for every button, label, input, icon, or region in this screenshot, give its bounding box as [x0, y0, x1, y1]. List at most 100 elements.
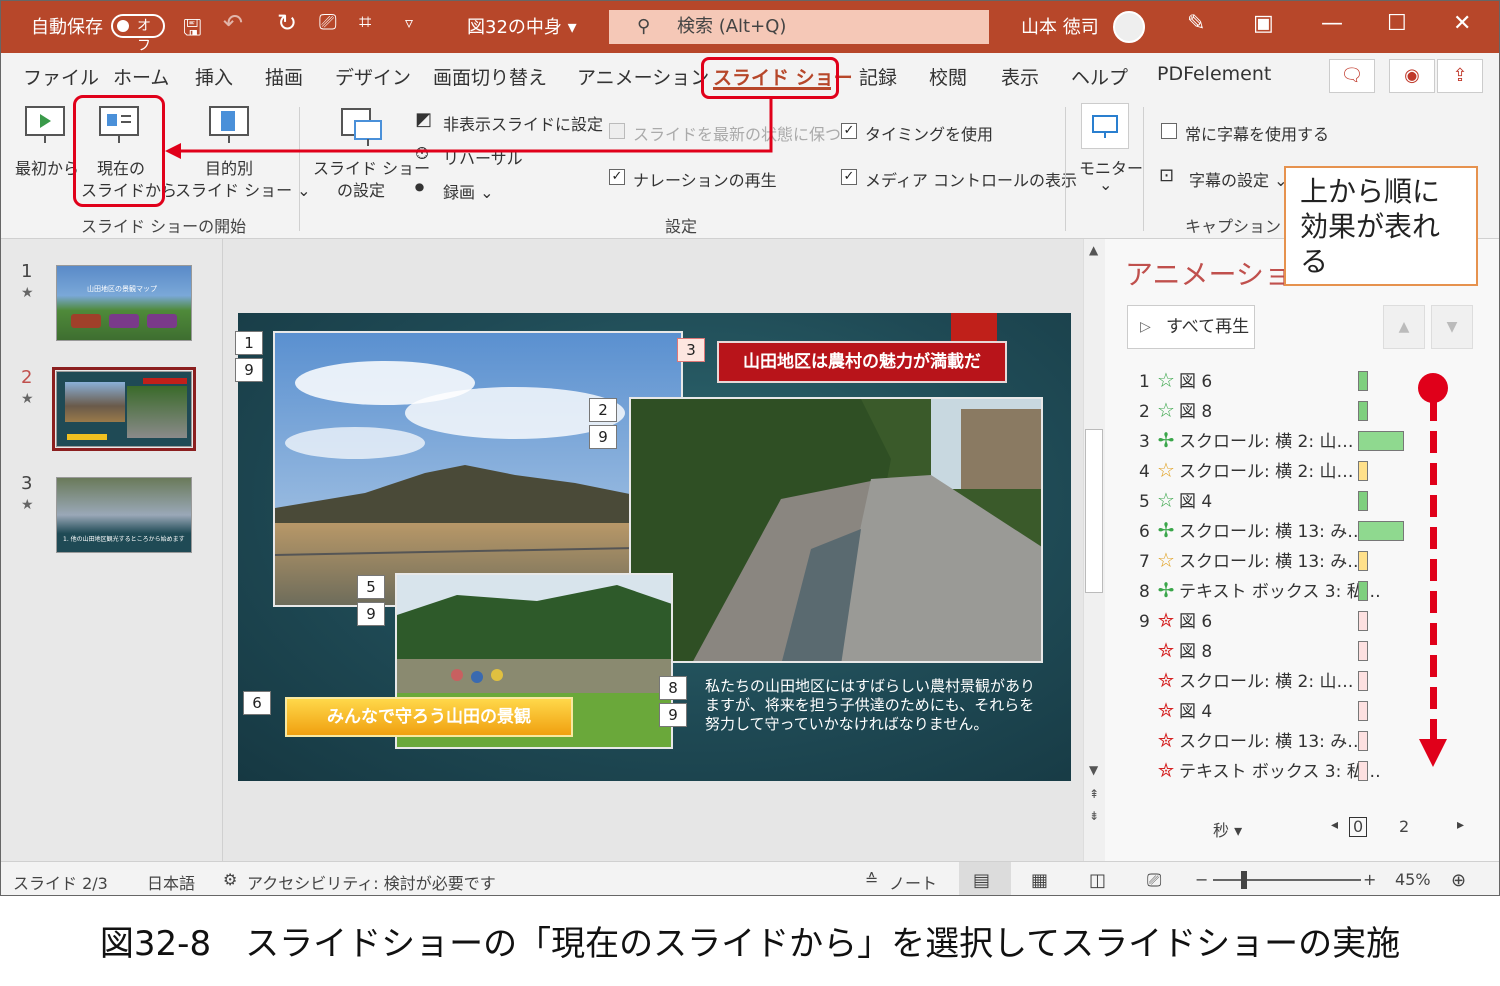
animation-order-tag[interactable]: 9 [235, 358, 263, 382]
tab-review[interactable]: 校閲 [929, 63, 967, 90]
slideshow-view-icon[interactable]: ⎚ [1147, 870, 1161, 891]
autosave-toggle[interactable]: オフ [111, 14, 165, 54]
undo-icon[interactable]: ↶ [223, 9, 243, 37]
animation-order-tag[interactable]: 2 [589, 398, 617, 422]
scroll-up-icon[interactable]: ▲ [1089, 243, 1098, 257]
tab-design[interactable]: デザイン [335, 63, 411, 90]
present-icon[interactable]: ⎚ [319, 10, 337, 35]
slide-thumbnail-1[interactable]: 山田地区の景観マップ [56, 265, 192, 341]
animation-order-tag[interactable]: 3 [677, 338, 705, 362]
monitor-chevron[interactable]: ⌄ [1099, 175, 1112, 194]
maximize-icon[interactable]: ☐ [1387, 11, 1407, 36]
next-slide-icon[interactable]: ⇟ [1089, 809, 1099, 823]
customize-qat-icon[interactable]: ▿ [405, 13, 413, 32]
animation-list-item[interactable]: ✮ スクロール: 横 13: み… [1139, 727, 1365, 757]
animation-list-item[interactable]: 8 ✢ テキスト ボックス 3: 私… [1139, 577, 1381, 607]
animation-list-item[interactable]: 9 ✮ 図 6 [1139, 607, 1212, 637]
normal-view-icon[interactable]: ▤ [973, 870, 990, 891]
timing-bar[interactable] [1358, 431, 1404, 451]
animation-list-item[interactable]: ✮ テキスト ボックス 3: 私… [1139, 757, 1381, 787]
timing-bar[interactable] [1358, 641, 1368, 661]
seconds-dropdown[interactable]: 秒 ▾ [1213, 817, 1242, 841]
timing-bar[interactable] [1358, 731, 1368, 751]
animation-order-tag[interactable]: 9 [357, 602, 385, 626]
ribbon-display-icon[interactable]: ▣ [1253, 11, 1274, 36]
pen-icon[interactable]: ✎ [1187, 11, 1205, 36]
tab-help[interactable]: ヘルプ [1071, 63, 1128, 90]
fit-to-window-icon[interactable]: ⊕ [1451, 870, 1466, 891]
user-name[interactable]: 山本 徳司 [1021, 13, 1099, 39]
tab-record[interactable]: 記録 [859, 63, 897, 90]
slide-bottom-banner[interactable]: みんなで守ろう山田の景観 [285, 697, 573, 737]
subtitle-settings-label[interactable]: 字幕の設定 ⌄ [1189, 167, 1288, 191]
accessibility-status[interactable]: アクセシビリティ: 検討が必要です [247, 870, 496, 894]
tab-pdfelement[interactable]: PDFelement [1157, 63, 1271, 85]
timing-bar[interactable] [1358, 611, 1368, 631]
use-timings-checkbox[interactable]: ✓ [841, 123, 857, 139]
scroll-thumb[interactable] [1085, 429, 1103, 593]
animation-order-tag[interactable]: 9 [659, 703, 687, 727]
media-controls-checkbox[interactable]: ✓ [841, 169, 857, 185]
from-beginning-label[interactable]: 最初から [15, 155, 79, 179]
photo-mountain[interactable] [273, 331, 683, 607]
timing-bar[interactable] [1358, 461, 1368, 481]
slide-body-text[interactable]: 私たちの山田地区にはすばらしい農村景観がありますが、将来を担う子供達のためにも、… [705, 677, 1035, 734]
animation-list-item[interactable]: 6 ✢ スクロール: 横 13: み… [1139, 517, 1364, 547]
animation-order-tag[interactable]: 8 [659, 676, 687, 700]
user-avatar[interactable] [1113, 11, 1145, 43]
animation-list-item[interactable]: 3 ✢ スクロール: 横 2: 山… [1139, 427, 1353, 457]
minimize-icon[interactable]: — [1321, 11, 1343, 36]
animation-list-item[interactable]: 1 ☆ 図 6 [1139, 367, 1212, 397]
move-up-button[interactable]: ▲ [1383, 305, 1425, 349]
zoom-in-icon[interactable]: + [1363, 870, 1376, 889]
save-icon[interactable]: 🖫 [183, 11, 202, 49]
zoom-out-icon[interactable]: − [1195, 870, 1208, 889]
timing-bar[interactable] [1358, 401, 1368, 421]
animation-list-item[interactable]: 2 ☆ 図 8 [1139, 397, 1212, 427]
tab-insert[interactable]: 挿入 [195, 63, 233, 90]
play-narration-checkbox[interactable]: ✓ [609, 169, 625, 185]
timing-bar[interactable] [1358, 521, 1404, 541]
use-timings-label[interactable]: タイミングを使用 [865, 121, 993, 145]
touch-mode-icon[interactable]: ⌗ [359, 10, 371, 35]
animation-list-item[interactable]: ✮ 図 8 [1139, 637, 1213, 667]
zoom-slider-thumb[interactable] [1241, 871, 1247, 889]
animation-list-item[interactable]: 4 ☆ スクロール: 横 2: 山… [1139, 457, 1353, 487]
setup-slideshow-label-2[interactable]: の設定 [337, 177, 385, 201]
share-button[interactable]: ⇪ [1437, 59, 1483, 93]
notes-button[interactable]: ノート [889, 870, 937, 894]
tab-draw[interactable]: 描画 [265, 63, 303, 90]
previous-slide-icon[interactable]: ⇞ [1089, 787, 1099, 801]
vertical-scrollbar[interactable]: ▲ ▼ ⇞ ⇟ [1083, 239, 1105, 861]
slide-title-banner[interactable]: 山田地区は農村の魅力が満載だ [717, 341, 1007, 383]
search-box[interactable]: ⚲ 検索 (Alt+Q) [609, 10, 989, 44]
timing-bar[interactable] [1358, 761, 1368, 781]
timing-bar[interactable] [1358, 671, 1368, 691]
zoom-level[interactable]: 45% [1395, 870, 1431, 889]
play-narration-label[interactable]: ナレーションの再生 [633, 167, 777, 191]
reading-view-icon[interactable]: ◫ [1089, 870, 1106, 891]
record-button[interactable]: ◉ [1389, 59, 1435, 93]
animation-order-tag[interactable]: 1 [235, 331, 263, 355]
slide-thumbnail-2[interactable] [56, 371, 192, 447]
tab-transitions[interactable]: 画面切り替え [433, 63, 547, 90]
redo-icon[interactable]: ↻ [277, 9, 297, 37]
document-title[interactable]: 図32の中身 ▾ [467, 13, 577, 39]
language-indicator[interactable]: 日本語 [147, 870, 195, 894]
tab-file[interactable]: ファイル [23, 63, 99, 90]
slide-sorter-icon[interactable]: ▦ [1031, 870, 1048, 891]
tab-view[interactable]: 表示 [1001, 63, 1039, 90]
timeline-scroll-right-icon[interactable]: ▸ [1457, 817, 1464, 833]
comments-button[interactable]: 🗨 [1329, 59, 1375, 93]
timing-bar[interactable] [1358, 551, 1368, 571]
photo-road[interactable] [629, 397, 1043, 663]
animation-order-tag[interactable]: 9 [589, 425, 617, 449]
always-subtitles-checkbox[interactable] [1161, 123, 1177, 139]
move-down-button[interactable]: ▼ [1431, 305, 1473, 349]
animation-list-item[interactable]: ✮ 図 4 [1139, 697, 1213, 727]
animation-order-tag[interactable]: 5 [357, 575, 385, 599]
tab-home[interactable]: ホーム [113, 63, 169, 90]
timing-bar[interactable] [1358, 491, 1368, 511]
timeline-scroll-left-icon[interactable]: ◂ [1331, 817, 1338, 833]
play-all-button[interactable]: ▷ すべて再生 [1127, 305, 1255, 349]
